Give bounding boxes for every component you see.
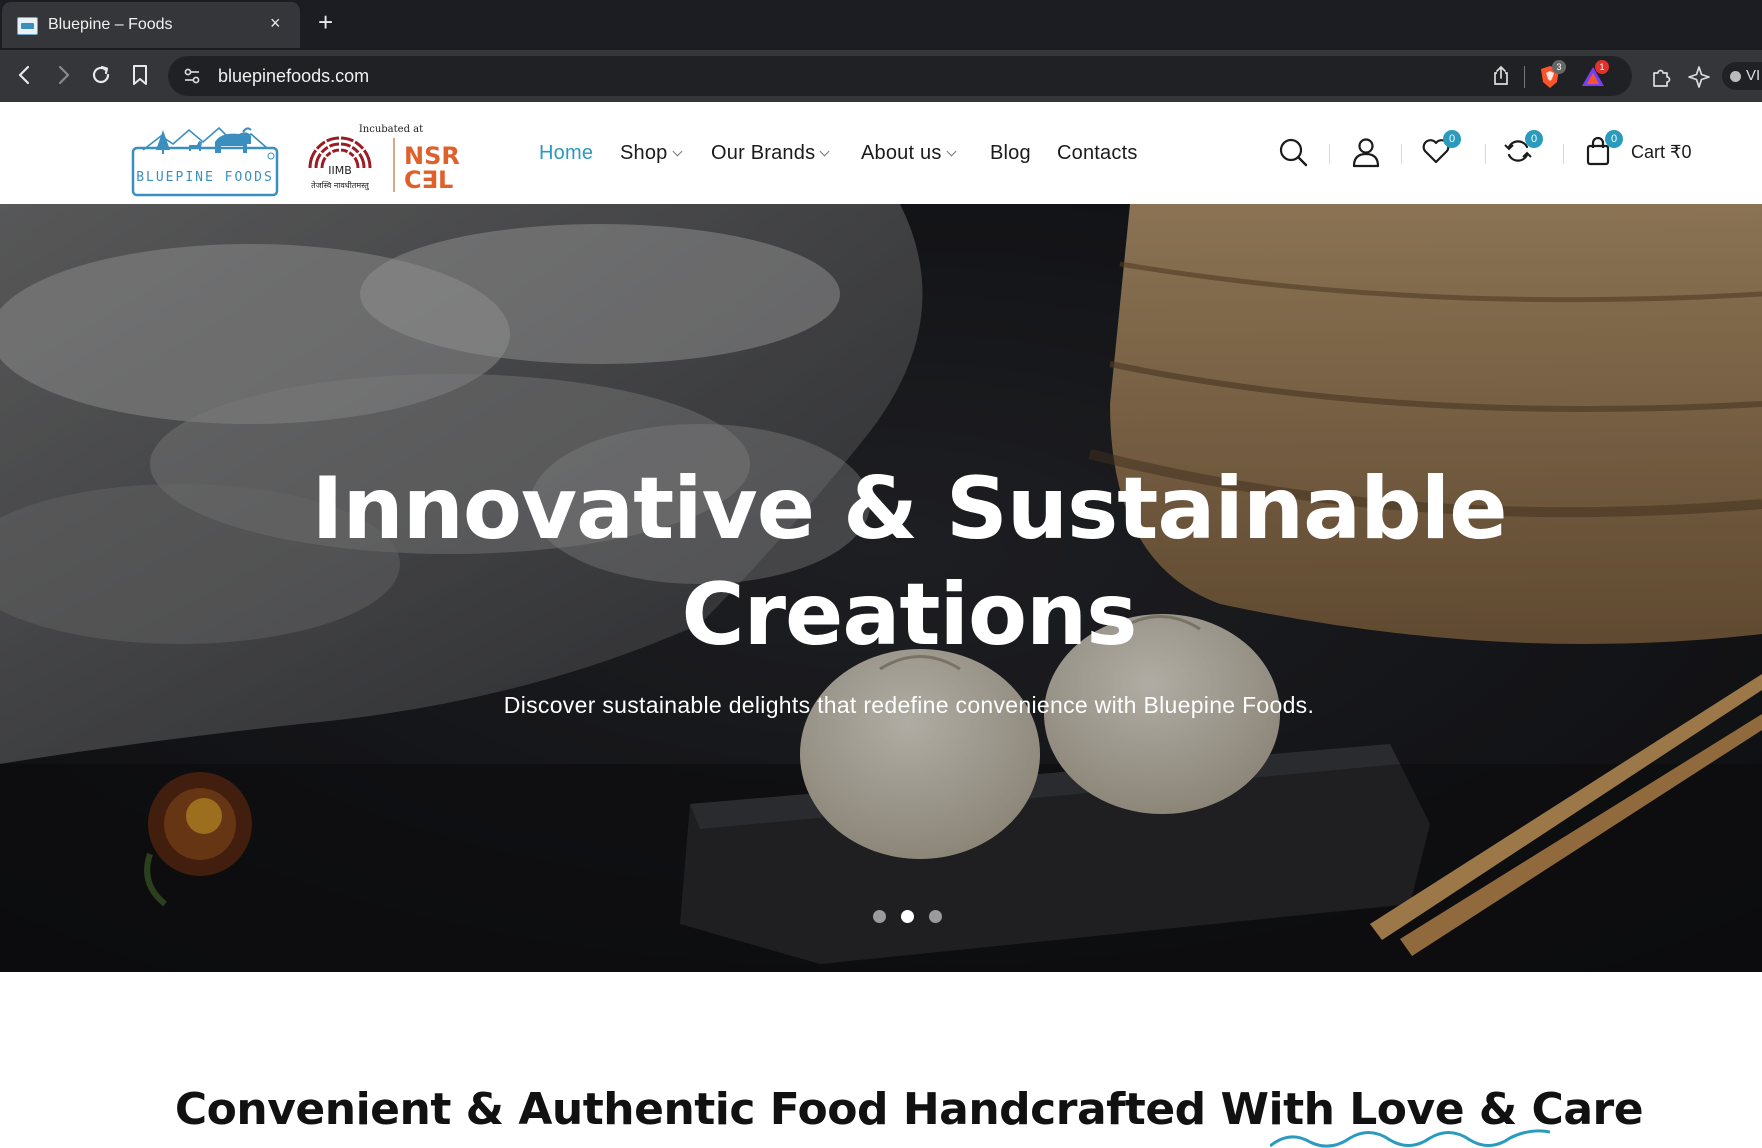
header-divider [1485, 144, 1486, 164]
browser-toolbar: bluepinefoods.com 3 1 VI [0, 50, 1762, 102]
tab-title: Bluepine – Foods [48, 16, 173, 33]
shields-count-badge: 3 [1552, 60, 1566, 74]
nav-home[interactable]: Home [539, 142, 593, 165]
iimb-nsrcel-logo[interactable]: Incubated at IIMB तेजस्वि नावधीतमस्तु NS… [304, 122, 478, 198]
extensions-icon[interactable] [1648, 64, 1674, 90]
hero-title-line2: Creations [681, 565, 1138, 665]
compare-button[interactable]: 0 [1503, 130, 1543, 168]
brave-shields-icon[interactable]: 3 [1538, 60, 1566, 90]
header-divider [1401, 144, 1402, 164]
compare-count-badge: 0 [1525, 130, 1543, 148]
bluepine-logo[interactable]: BLUEPINE FOODS [131, 118, 281, 198]
reload-icon[interactable] [86, 60, 116, 90]
favicon-icon [17, 17, 38, 35]
nav-our-brands[interactable]: Our Brands [711, 142, 830, 165]
hero-slider: Innovative & Sustainable Creations Disco… [0, 204, 1762, 972]
cart-button[interactable]: 0 [1583, 130, 1623, 168]
nav-contacts[interactable]: Contacts [1057, 142, 1138, 165]
search-icon[interactable] [1277, 136, 1309, 168]
iimb-text: IIMB [328, 164, 352, 177]
header-divider [1329, 144, 1330, 164]
cart-count-badge: 0 [1605, 130, 1623, 148]
site-info-icon[interactable] [182, 66, 202, 86]
iimb-motto: तेजस्वि नावधीतमस्तु [311, 180, 370, 191]
leo-ai-icon[interactable] [1686, 64, 1712, 90]
site-header: BLUEPINE FOODS Incubated at IIMB तेजस्वि… [0, 102, 1762, 204]
cart-total[interactable]: Cart ₹0 [1631, 142, 1691, 163]
chevron-down-icon [819, 146, 830, 157]
nav-our-brands-label: Our Brands [711, 142, 816, 164]
hero-title: Innovative & Sustainable Creations [0, 456, 1762, 668]
new-tab-button[interactable]: + [318, 9, 333, 35]
bookmark-icon[interactable] [125, 60, 155, 90]
tab-close-icon[interactable]: × [270, 14, 281, 32]
vpn-status-icon [1730, 71, 1741, 82]
url-text: bluepinefoods.com [218, 66, 370, 86]
share-icon[interactable] [1490, 65, 1512, 87]
nav-shop[interactable]: Shop [620, 142, 682, 165]
nav-blog[interactable]: Blog [990, 142, 1031, 165]
wave-decoration [1270, 1129, 1550, 1148]
wishlist-count-badge: 0 [1443, 130, 1461, 148]
wishlist-button[interactable]: 0 [1421, 130, 1461, 168]
header-divider [1563, 144, 1564, 164]
nav-blog-label: Blog [990, 142, 1031, 164]
profile-label: VI [1746, 67, 1761, 84]
browser-tab[interactable]: Bluepine – Foods × [2, 2, 300, 48]
back-icon[interactable] [10, 60, 40, 90]
incubated-at-text: Incubated at [359, 124, 423, 135]
nav-home-label: Home [539, 142, 594, 164]
address-bar[interactable]: bluepinefoods.com 3 1 [168, 56, 1632, 96]
brave-rewards-icon[interactable]: 1 [1580, 60, 1609, 90]
bluepine-logo-text: BLUEPINE FOODS [136, 170, 274, 185]
nav-shop-label: Shop [620, 142, 668, 164]
nav-about-us[interactable]: About us [861, 142, 956, 165]
hero-title-line1: Innovative & Sustainable [311, 459, 1507, 559]
account-icon[interactable] [1350, 136, 1382, 168]
chevron-down-icon [946, 146, 956, 157]
nsrcel-line2: C∃L [404, 166, 453, 194]
nav-contacts-label: Contacts [1057, 142, 1138, 164]
profile-button[interactable]: VI [1722, 62, 1762, 90]
rewards-count-badge: 1 [1595, 60, 1609, 74]
nav-about-us-label: About us [861, 142, 942, 164]
chevron-down-icon [672, 146, 682, 157]
slider-dot-2[interactable] [901, 910, 914, 923]
slider-dot-1[interactable] [873, 910, 886, 923]
browser-tab-bar: Bluepine – Foods × + [0, 0, 1762, 50]
omnibox-divider [1524, 66, 1525, 88]
forward-icon[interactable] [48, 60, 78, 90]
hero-subtitle: Discover sustainable delights that redef… [503, 692, 1315, 718]
slider-dot-3[interactable] [929, 910, 942, 923]
